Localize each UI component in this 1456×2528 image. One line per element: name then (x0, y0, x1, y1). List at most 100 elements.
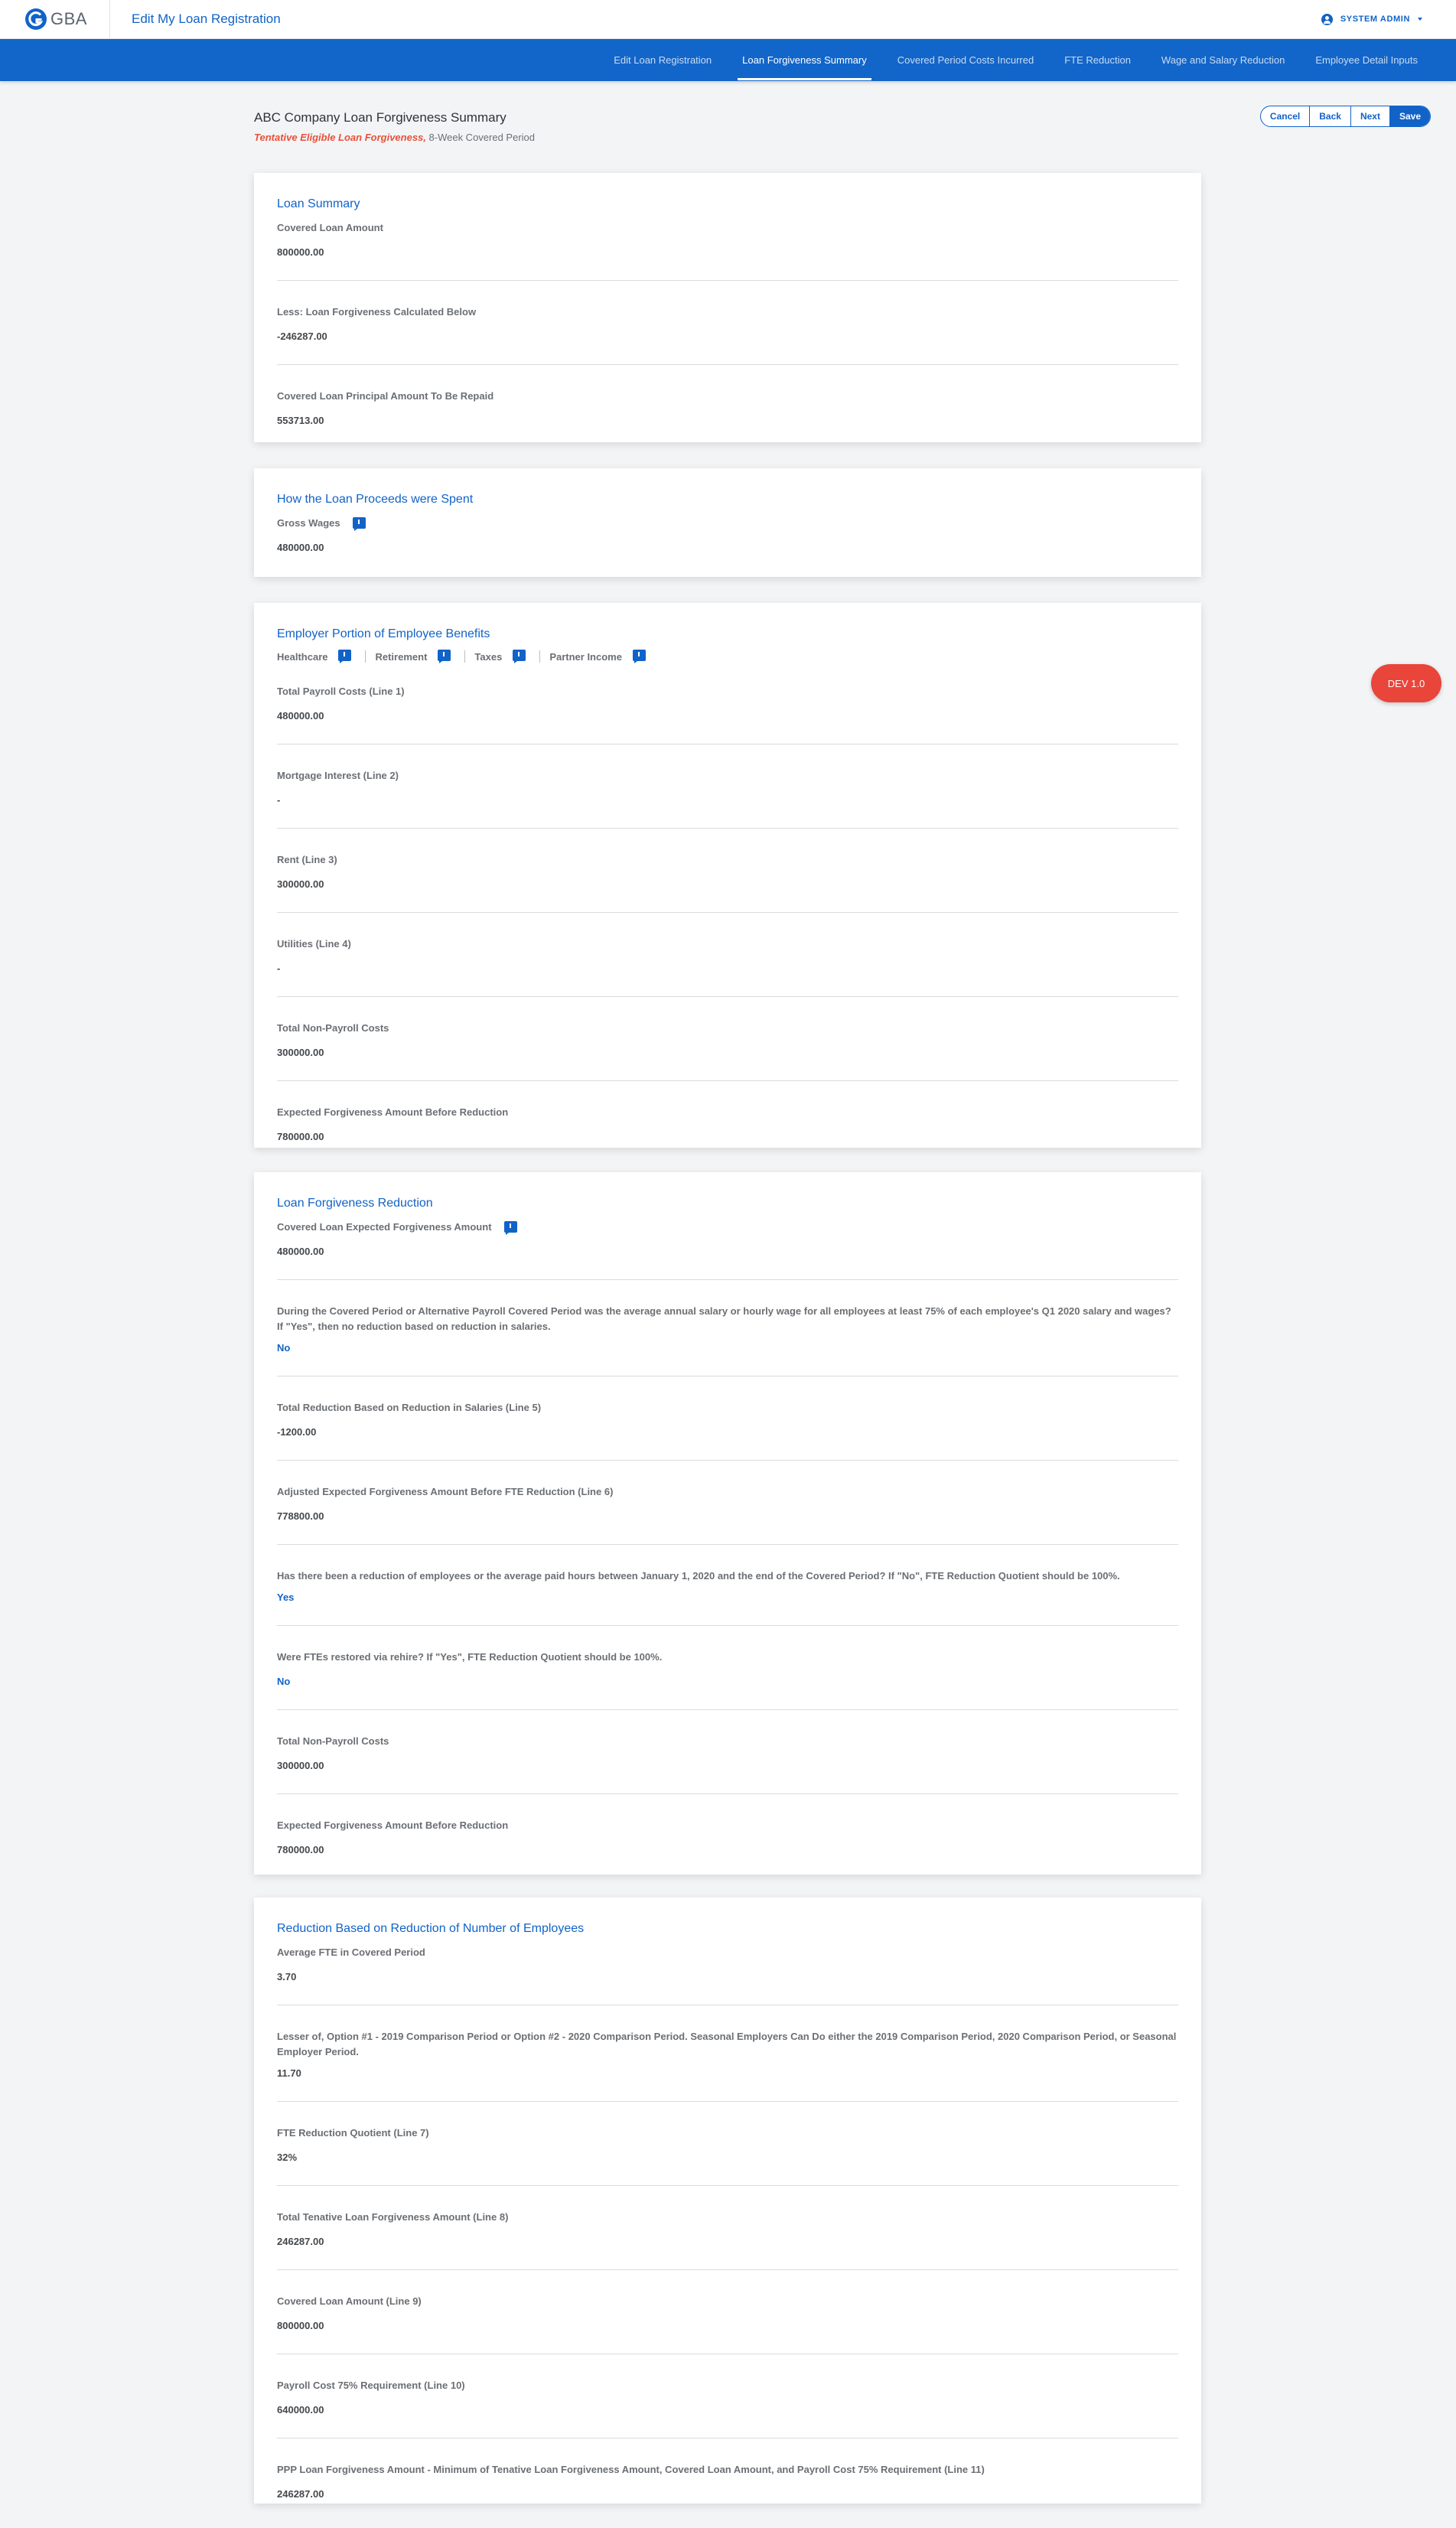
field-value: 780000.00 (277, 1131, 324, 1142)
field: Were FTEs restored via rehire? If "Yes",… (277, 1648, 1178, 1688)
divider (277, 2185, 1178, 2186)
next-button[interactable]: Next (1351, 106, 1390, 126)
comment-icon[interactable] (438, 650, 451, 663)
comment-icon[interactable] (338, 650, 352, 663)
field-value: 480000.00 (277, 710, 324, 722)
field-label: Has there been a reduction of employees … (277, 1570, 1120, 1582)
separator (539, 650, 541, 663)
gross-wages-label: Gross Wages (277, 517, 340, 529)
employee-benefits-card: Employer Portion of Employee Benefits He… (254, 603, 1201, 1148)
field: Has there been a reduction of employees … (277, 1567, 1178, 1604)
field-value: 480000.00 (277, 542, 324, 553)
divider (277, 1709, 1178, 1710)
tab-loan-forgiveness-summary[interactable]: Loan Forgiveness Summary (727, 39, 882, 81)
field: During the Covered Period or Alternative… (277, 1302, 1178, 1354)
benefit-items: Healthcare Retirement Taxes Partner Inco… (277, 649, 1178, 664)
field-label: Covered Loan Amount (Line 9) (277, 2295, 422, 2307)
cancel-button[interactable]: Cancel (1261, 106, 1311, 126)
card-title: Loan Summary (277, 197, 360, 210)
user-menu[interactable]: SYSTEM ADMIN (1321, 0, 1422, 38)
field-value: 300000.00 (277, 878, 324, 890)
tab-covered-period-costs[interactable]: Covered Period Costs Incurred (882, 39, 1049, 81)
comment-icon[interactable] (503, 1220, 517, 1235)
user-name: SYSTEM ADMIN (1340, 15, 1410, 24)
field-label: Lesser of, Option #1 - 2019 Comparison P… (277, 2031, 1177, 2057)
divider (277, 1793, 1178, 1794)
expected-forgiveness-label: Covered Loan Expected Forgiveness Amount (277, 1221, 492, 1233)
field: Total Non-Payroll Costs 300000.00 (277, 1732, 1178, 1772)
field: FTE Reduction Quotient (Line 7) 32% (277, 2124, 1178, 2164)
comment-icon[interactable] (513, 650, 526, 663)
divider (277, 996, 1178, 997)
save-button[interactable]: Save (1389, 106, 1430, 126)
top-header: GBA Edit My Loan Registration SYSTEM ADM… (0, 0, 1456, 39)
field-label: Covered Loan Expected Forgiveness Amount (277, 1220, 1178, 1235)
field-label: Total Non-Payroll Costs (277, 1735, 389, 1747)
field-value: - (277, 794, 281, 806)
loan-summary-card: Loan Summary Covered Loan Amount 800000.… (254, 173, 1201, 442)
field: Lesser of, Option #1 - 2019 Comparison P… (277, 2028, 1178, 2080)
field-value: -246287.00 (277, 331, 327, 342)
field-value: Yes (277, 1591, 295, 1603)
field: Gross Wages 480000.00 (277, 514, 1178, 554)
field-label: Rent (Line 3) (277, 854, 337, 865)
field-value: - (277, 963, 281, 974)
tab-edit-loan-registration[interactable]: Edit Loan Registration (598, 39, 727, 81)
field-label: PPP Loan Forgiveness Amount - Minimum of… (277, 2464, 985, 2475)
tab-bar: Edit Loan Registration Loan Forgiveness … (0, 39, 1456, 81)
field-label: Total Payroll Costs (Line 1) (277, 686, 405, 697)
field: Covered Loan Principal Amount To Be Repa… (277, 387, 1178, 427)
field: Rent (Line 3) 300000.00 (277, 851, 1178, 891)
divider (277, 1080, 1178, 1081)
field-value: 300000.00 (277, 1047, 324, 1058)
field-label: Less: Loan Forgiveness Calculated Below (277, 306, 477, 318)
card-title: Employer Portion of Employee Benefits (277, 627, 490, 640)
action-button-group: Cancel Back Next Save (1259, 106, 1431, 127)
field-value: 300000.00 (277, 1760, 324, 1771)
field-label: Were FTEs restored via rehire? If "Yes",… (277, 1651, 663, 1663)
comment-icon[interactable] (352, 516, 366, 531)
field: Total Tenative Loan Forgiveness Amount (… (277, 2208, 1178, 2248)
dev-version-badge[interactable]: DEV 1.0 (1371, 664, 1441, 702)
field: Expected Forgiveness Amount Before Reduc… (277, 1816, 1178, 1856)
separator (464, 650, 466, 663)
field-label: During the Covered Period or Alternative… (277, 1305, 1171, 1332)
employee-reduction-card: Reduction Based on Reduction of Number o… (254, 1898, 1201, 2504)
field-value: No (277, 1342, 291, 1354)
field-label: Covered Loan Amount (277, 222, 383, 233)
benefit-taxes: Taxes (474, 650, 503, 663)
page-head: ABC Company Loan Forgiveness Summary Ten… (0, 81, 1456, 159)
back-button[interactable]: Back (1310, 106, 1351, 126)
subtitle-rest: 8-Week Covered Period (425, 132, 536, 143)
comment-icon[interactable] (632, 650, 646, 663)
tab-wage-salary-reduction[interactable]: Wage and Salary Reduction (1146, 39, 1300, 81)
logo[interactable]: GBA (0, 0, 110, 38)
field-value: 553713.00 (277, 415, 324, 426)
divider (277, 280, 1178, 281)
tab-fte-reduction[interactable]: FTE Reduction (1049, 39, 1146, 81)
page-title: ABC Company Loan Forgiveness Summary (254, 110, 507, 125)
field: Mortgage Interest (Line 2) - (277, 767, 1178, 806)
field-label: FTE Reduction Quotient (Line 7) (277, 2127, 429, 2139)
field-label: Average FTE in Covered Period (277, 1946, 425, 1958)
field: Total Reduction Based on Reduction in Sa… (277, 1399, 1178, 1438)
divider (277, 912, 1178, 913)
card-title: Reduction Based on Reduction of Number o… (277, 1922, 585, 1935)
benefit-healthcare: Healthcare (277, 650, 328, 663)
field: Expected Forgiveness Amount Before Reduc… (277, 1103, 1178, 1143)
field-value: 800000.00 (277, 2320, 324, 2331)
field-value: 11.70 (277, 2067, 301, 2079)
page-subtitle: Tentative Eligible Loan Forgiveness, 8-W… (254, 132, 535, 143)
logo-text: GBA (50, 9, 87, 28)
divider (277, 364, 1178, 365)
divider (277, 1625, 1178, 1626)
field-label: Mortgage Interest (Line 2) (277, 770, 399, 781)
field: Covered Loan Expected Forgiveness Amount… (277, 1218, 1178, 1258)
field-value: 246287.00 (277, 2488, 324, 2500)
field-label: Total Reduction Based on Reduction in Sa… (277, 1402, 542, 1413)
field-value: 780000.00 (277, 1844, 324, 1855)
tab-employee-detail-inputs[interactable]: Employee Detail Inputs (1300, 39, 1433, 81)
field-value: 246287.00 (277, 2236, 324, 2247)
field-label: Covered Loan Principal Amount To Be Repa… (277, 390, 494, 402)
field-value: 640000.00 (277, 2404, 324, 2416)
